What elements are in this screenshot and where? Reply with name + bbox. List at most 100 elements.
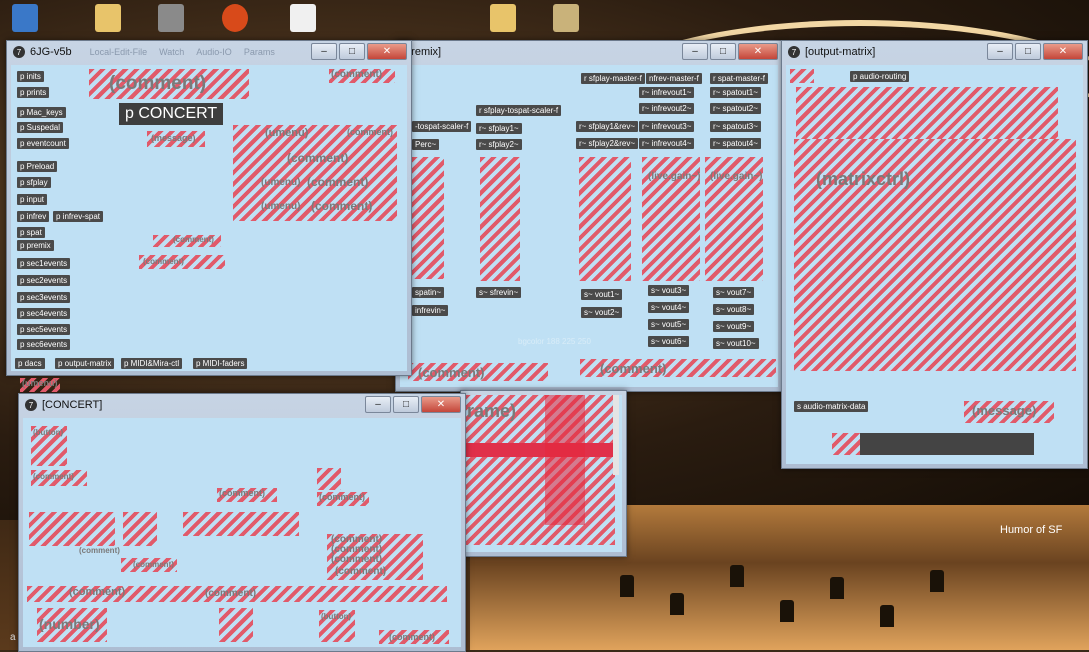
patch-object[interactable]: s~ vout6~ (648, 336, 690, 347)
maximize-button[interactable]: □ (710, 43, 736, 60)
concert-window[interactable]: 7 [CONCERT] – □ ✕ (button) (comment) (co… (18, 393, 466, 652)
patch-object[interactable]: p MIDI&Mira-ctl (121, 358, 183, 369)
comment[interactable] (790, 69, 814, 83)
patch-object[interactable]: r~ infrevout1~ (639, 87, 695, 98)
patch-object[interactable]: r~ infrevout3~ (639, 121, 695, 132)
minimize-button[interactable]: – (682, 43, 708, 60)
output-matrix-window[interactable]: 7 [output-matrix] – □ ✕ p audio-routing … (781, 40, 1088, 469)
menu-item[interactable]: Params (244, 47, 275, 57)
slider[interactable] (123, 512, 157, 546)
patch-object[interactable]: r sfplay-tospat-scaler-f (476, 105, 562, 116)
premix-titlebar[interactable]: [premix] – □ ✕ (396, 41, 782, 63)
patch-object[interactable]: Perc~ (412, 139, 440, 150)
patch-object[interactable]: p MIDI-faders (193, 358, 248, 369)
patch-object[interactable]: s~ vout9~ (713, 321, 755, 332)
patch-object[interactable]: r~ spatout1~ (710, 87, 761, 98)
patch-object[interactable]: p sec2events (17, 275, 71, 286)
minimize-button[interactable]: – (365, 396, 391, 413)
patch-object[interactable]: -tospat-scaler-f (412, 121, 472, 132)
patch-object[interactable]: p sec5events (17, 324, 71, 335)
patch-object[interactable]: p input (17, 194, 48, 205)
routing-objects[interactable] (796, 87, 1058, 139)
patch-object[interactable]: r~ spatout2~ (710, 103, 761, 114)
umenu[interactable]: (umenu) (265, 127, 308, 139)
scrollbar[interactable] (613, 395, 619, 475)
slider-group[interactable] (183, 512, 299, 536)
patch-object[interactable]: r~ sfplay1&rev~ (576, 121, 639, 132)
patch-object[interactable]: p Mac_keys (17, 107, 66, 118)
computer-icon[interactable] (12, 4, 38, 32)
output-matrix-canvas[interactable]: p audio-routing (matrixctrl) s audio-mat… (786, 65, 1083, 464)
patch-object[interactable]: p dacs (15, 358, 45, 369)
premix-window[interactable]: [premix] – □ ✕ r sfplay-master-f nfrev-m… (395, 40, 783, 392)
patch-object[interactable]: nfrev-master-f (646, 73, 702, 84)
patch-object[interactable]: p output-matrix (55, 358, 115, 369)
gain-slider[interactable] (579, 157, 631, 281)
patch-object[interactable]: r~ infrevout4~ (639, 138, 695, 149)
patch-object[interactable]: infrevin~ (412, 305, 449, 316)
patch-object[interactable]: p spat (17, 227, 45, 238)
concert-canvas[interactable]: (button) (comment) (comment) (comment) (… (23, 418, 461, 647)
main-patcher-window[interactable]: 7 6JG-v5b Local-Edit-File Watch Audio-IO… (6, 40, 412, 376)
minimize-button[interactable]: – (311, 43, 337, 60)
patch-object[interactable]: s~ vout10~ (713, 338, 759, 349)
patch-object[interactable]: p Suspedal (17, 122, 64, 133)
umenu[interactable]: (umenu) (261, 177, 300, 188)
archive-icon[interactable] (553, 4, 579, 32)
patch-object[interactable]: s~ vout4~ (648, 302, 690, 313)
preset-bar[interactable] (860, 433, 1034, 455)
audio-app-icon[interactable] (222, 4, 248, 32)
patch-object[interactable]: p infrev (17, 211, 50, 222)
umenu[interactable]: (umenu) (261, 201, 300, 212)
patch-object[interactable]: r spat-master-f (710, 73, 769, 84)
patch-object[interactable]: s~ vout5~ (648, 319, 690, 330)
patch-object[interactable]: p sec1events (17, 258, 71, 269)
output-matrix-titlebar[interactable]: 7 [output-matrix] – □ ✕ (782, 41, 1087, 63)
close-button[interactable]: ✕ (367, 43, 407, 60)
background-canvas[interactable]: rame) (465, 395, 622, 552)
patch-object[interactable]: r~ spatout3~ (710, 121, 761, 132)
patch-object[interactable]: p sec4events (17, 308, 71, 319)
comment[interactable] (832, 433, 860, 455)
app-icon[interactable] (158, 4, 184, 32)
close-button[interactable]: ✕ (738, 43, 778, 60)
patch-object[interactable]: p sfplay (17, 177, 51, 188)
patch-object[interactable]: s~ vout8~ (713, 304, 755, 315)
menu-item[interactable]: Local-Edit-File (90, 47, 148, 57)
patch-object[interactable]: r~ sfplay2&rev~ (576, 138, 639, 149)
patch-object[interactable]: s~ vout7~ (713, 287, 755, 298)
gain-slider[interactable] (412, 157, 444, 279)
maximize-button[interactable]: □ (393, 396, 419, 413)
folder-icon[interactable] (95, 4, 121, 32)
maximize-button[interactable]: □ (339, 43, 365, 60)
patch-object[interactable]: s~ vout2~ (581, 307, 623, 318)
patch-object[interactable]: s~ vout3~ (648, 285, 690, 296)
menu-item[interactable]: Watch (159, 47, 184, 57)
close-button[interactable]: ✕ (1043, 43, 1083, 60)
main-patcher-titlebar[interactable]: 7 6JG-v5b Local-Edit-File Watch Audio-IO… (7, 41, 411, 63)
menu-item[interactable]: Audio-IO (196, 47, 232, 57)
slider-group[interactable] (29, 512, 115, 546)
concert-subpatcher[interactable]: p CONCERT (119, 103, 224, 125)
patch-object[interactable]: p Preload (17, 161, 58, 172)
pdf-icon[interactable] (290, 4, 316, 32)
patch-object[interactable]: spatin~ (412, 287, 445, 298)
patch-object[interactable]: s~ sfrevin~ (476, 287, 522, 298)
background-window[interactable]: rame) (460, 390, 627, 557)
concert-titlebar[interactable]: 7 [CONCERT] – □ ✕ (19, 394, 465, 416)
patch-object[interactable]: s audio-matrix-data (794, 401, 869, 412)
patch-object[interactable]: p audio-routing (850, 71, 910, 82)
gain-slider[interactable] (480, 157, 520, 281)
slider[interactable] (219, 608, 253, 642)
maximize-button[interactable]: □ (1015, 43, 1041, 60)
folder-icon[interactable] (490, 4, 516, 32)
patch-object[interactable]: p sec6events (17, 339, 71, 350)
patch-object[interactable]: r~ sfplay2~ (476, 139, 522, 150)
patch-object[interactable]: s~ vout1~ (581, 289, 623, 300)
close-button[interactable]: ✕ (421, 396, 461, 413)
patch-object[interactable]: p sec3events (17, 292, 71, 303)
patch-object[interactable]: p prints (17, 87, 50, 98)
patch-object[interactable]: r sfplay-master-f (581, 73, 645, 84)
premix-patcher-canvas[interactable]: r sfplay-master-f nfrev-master-f r spat-… (400, 65, 778, 387)
patch-object[interactable]: p premix (17, 240, 54, 251)
